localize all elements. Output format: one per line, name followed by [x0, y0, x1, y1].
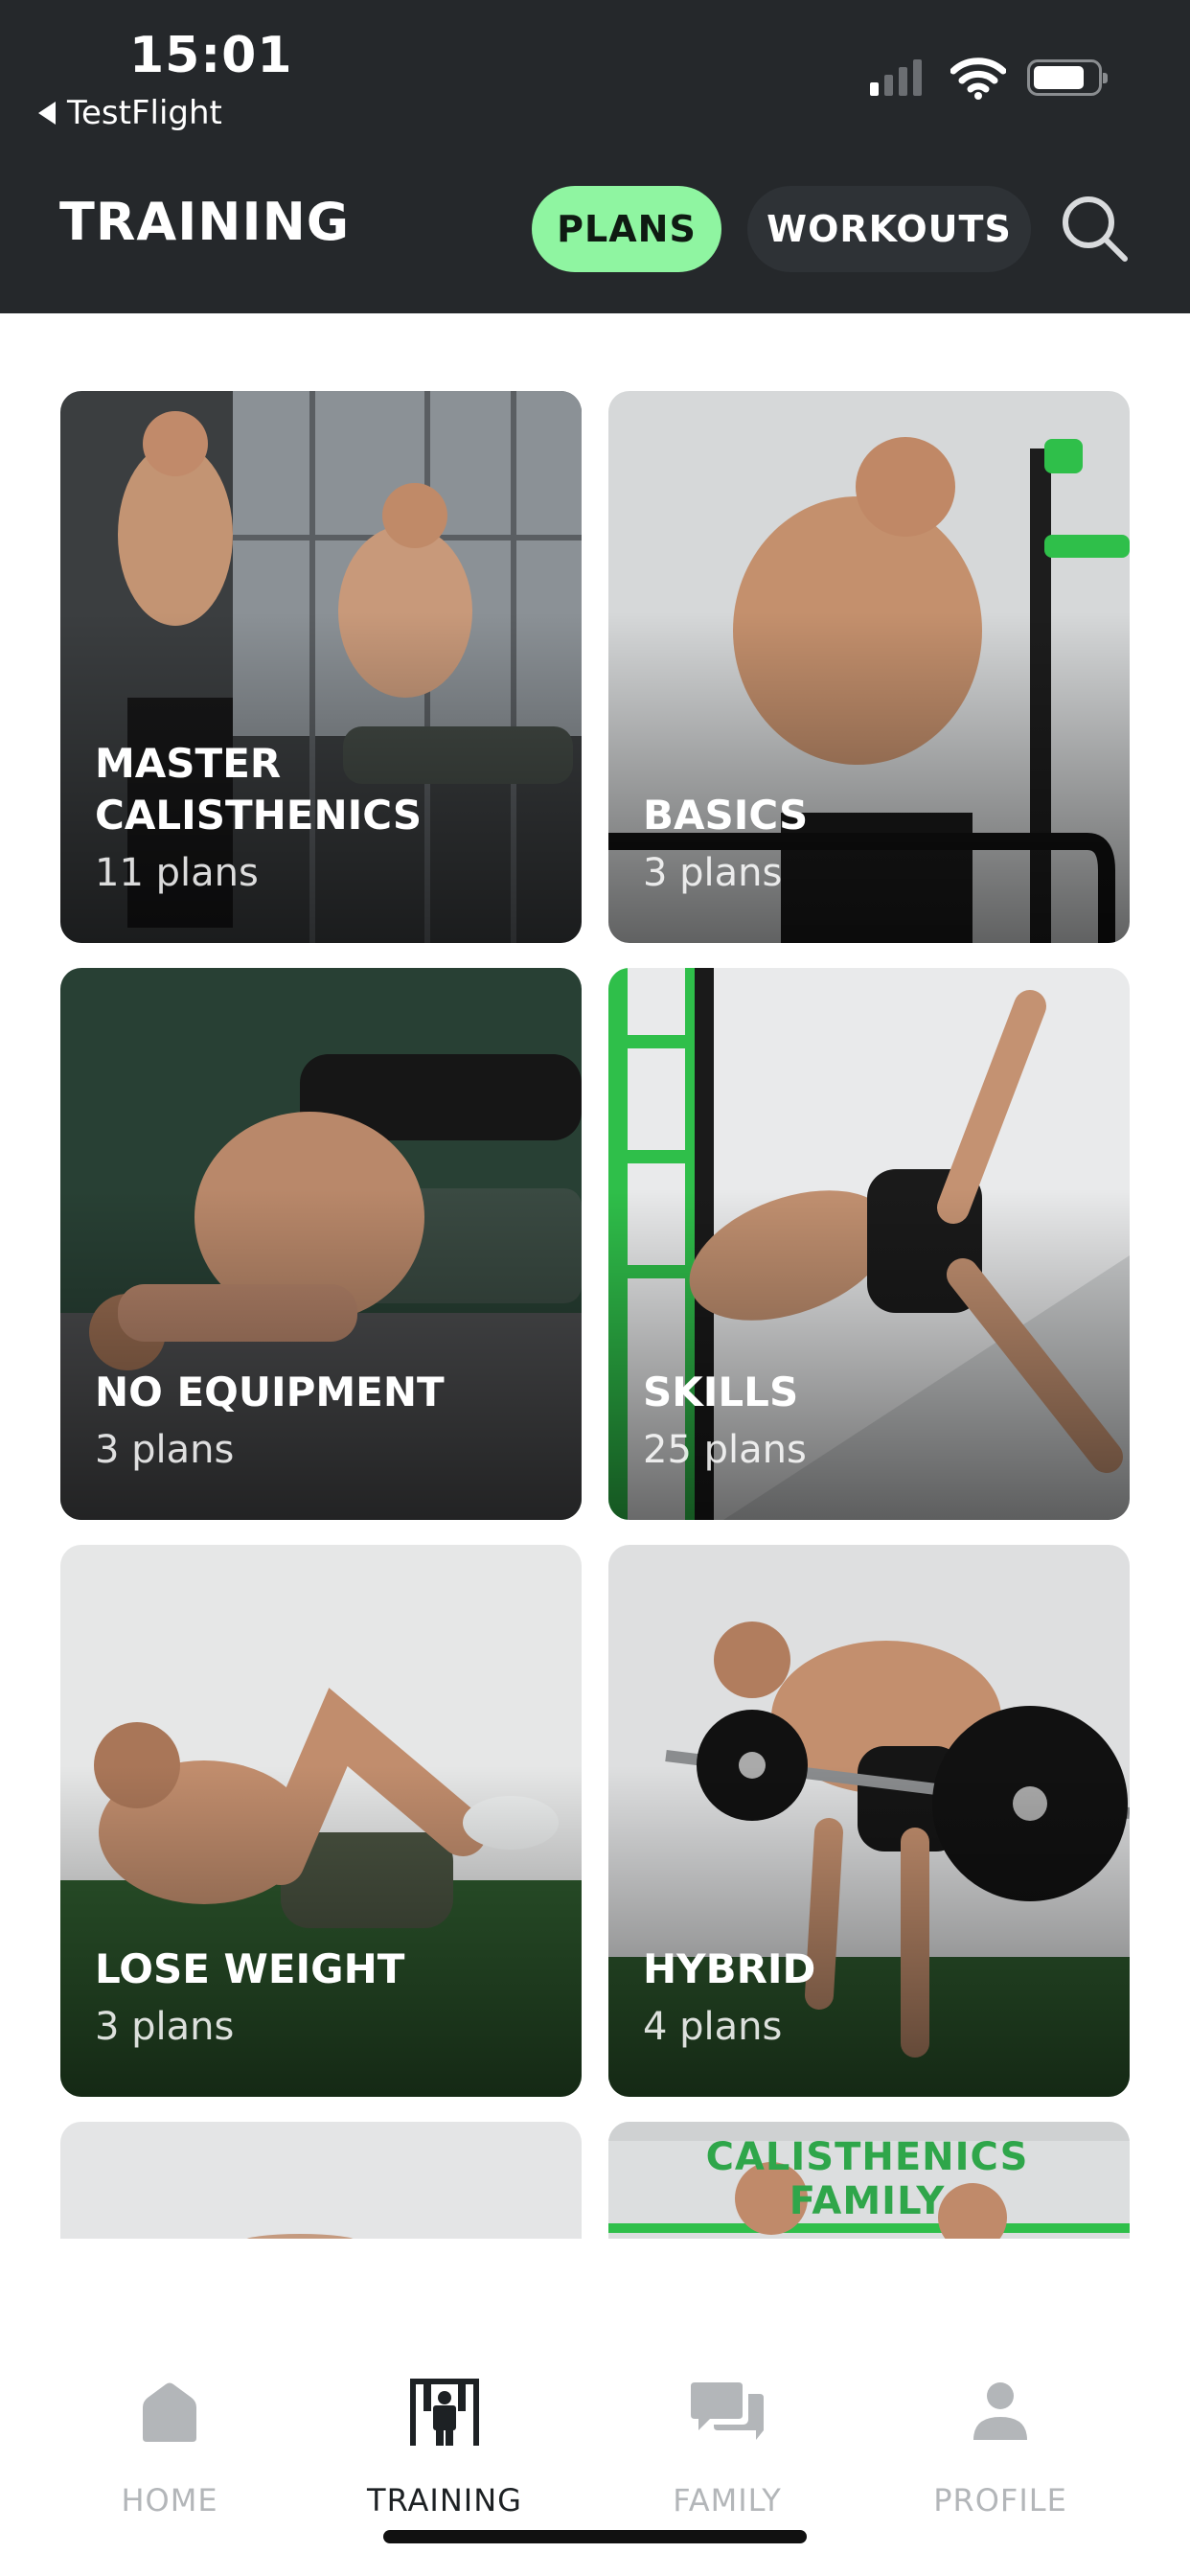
home-indicator: [383, 2530, 807, 2543]
card-partial-right[interactable]: CALISTHENICS FAMILY: [608, 2122, 1130, 2239]
tab-label: TRAINING: [367, 2482, 522, 2518]
chat-icon: [691, 2382, 764, 2440]
bottom-tab-bar: HOME TRAINING FAMILY PROFILE: [0, 2239, 1190, 2576]
card-no-equipment[interactable]: NO EQUIPMENT 3 plans: [60, 968, 582, 1520]
card-plan-count: 3 plans: [95, 1428, 235, 1472]
pullup-bar-icon: [410, 2379, 479, 2446]
tab-training[interactable]: TRAINING: [320, 2373, 569, 2518]
card-plan-count: 3 plans: [95, 2005, 235, 2049]
back-app-label: TestFlight: [67, 94, 222, 132]
card-plan-count: 11 plans: [95, 851, 259, 895]
card-hybrid[interactable]: HYBRID 4 plans: [608, 1545, 1130, 2097]
battery-icon: [1027, 59, 1108, 96]
tab-profile[interactable]: PROFILE: [876, 2373, 1125, 2518]
partial-card-sign: CALISTHENICS FAMILY: [705, 2135, 1029, 2223]
tab-workouts[interactable]: WORKOUTS: [747, 186, 1031, 272]
card-plan-count: 4 plans: [643, 2005, 783, 2049]
plan-category-grid: MASTER CALISTHENICS 11 plans BASICS 3 pl…: [0, 313, 1190, 2240]
card-plan-count: 3 plans: [643, 851, 783, 895]
card-title: LOSE WEIGHT: [95, 1945, 405, 1992]
tab-plans[interactable]: PLANS: [532, 186, 721, 272]
card-title: SKILLS: [643, 1368, 799, 1415]
back-to-testflight[interactable]: TestFlight: [38, 94, 222, 132]
card-lose-weight[interactable]: LOSE WEIGHT 3 plans: [60, 1545, 582, 2097]
cellular-signal-icon: [870, 58, 922, 96]
card-title: NO EQUIPMENT: [95, 1368, 445, 1415]
back-arrow-icon: [38, 102, 56, 125]
tab-label: FAMILY: [673, 2482, 782, 2518]
search-icon[interactable]: [1058, 192, 1131, 264]
card-title: HYBRID: [643, 1945, 816, 1992]
gym-photo: [60, 2122, 582, 2239]
screen: 15:01 TestFlight TRAINING PLANS WORKOUTS: [0, 0, 1190, 2576]
card-partial-left[interactable]: [60, 2122, 582, 2239]
card-master-calisthenics[interactable]: MASTER CALISTHENICS 11 plans: [60, 391, 582, 943]
card-skills[interactable]: SKILLS 25 plans: [608, 968, 1130, 1520]
tab-family[interactable]: FAMILY: [603, 2373, 852, 2518]
tab-home[interactable]: HOME: [45, 2373, 294, 2518]
page-title: TRAINING: [59, 192, 351, 252]
card-title: MASTER CALISTHENICS: [95, 740, 423, 839]
wifi-icon: [950, 58, 1006, 100]
top-bar: 15:01 TestFlight TRAINING PLANS WORKOUTS: [0, 0, 1190, 313]
status-time: 15:01: [129, 27, 293, 84]
person-icon: [973, 2382, 1027, 2440]
tab-label: HOME: [121, 2482, 218, 2518]
card-title: BASICS: [643, 792, 809, 839]
tab-label: PROFILE: [933, 2482, 1067, 2518]
card-basics[interactable]: BASICS 3 plans: [608, 391, 1130, 943]
home-icon: [143, 2382, 196, 2442]
card-plan-count: 25 plans: [643, 1428, 807, 1472]
